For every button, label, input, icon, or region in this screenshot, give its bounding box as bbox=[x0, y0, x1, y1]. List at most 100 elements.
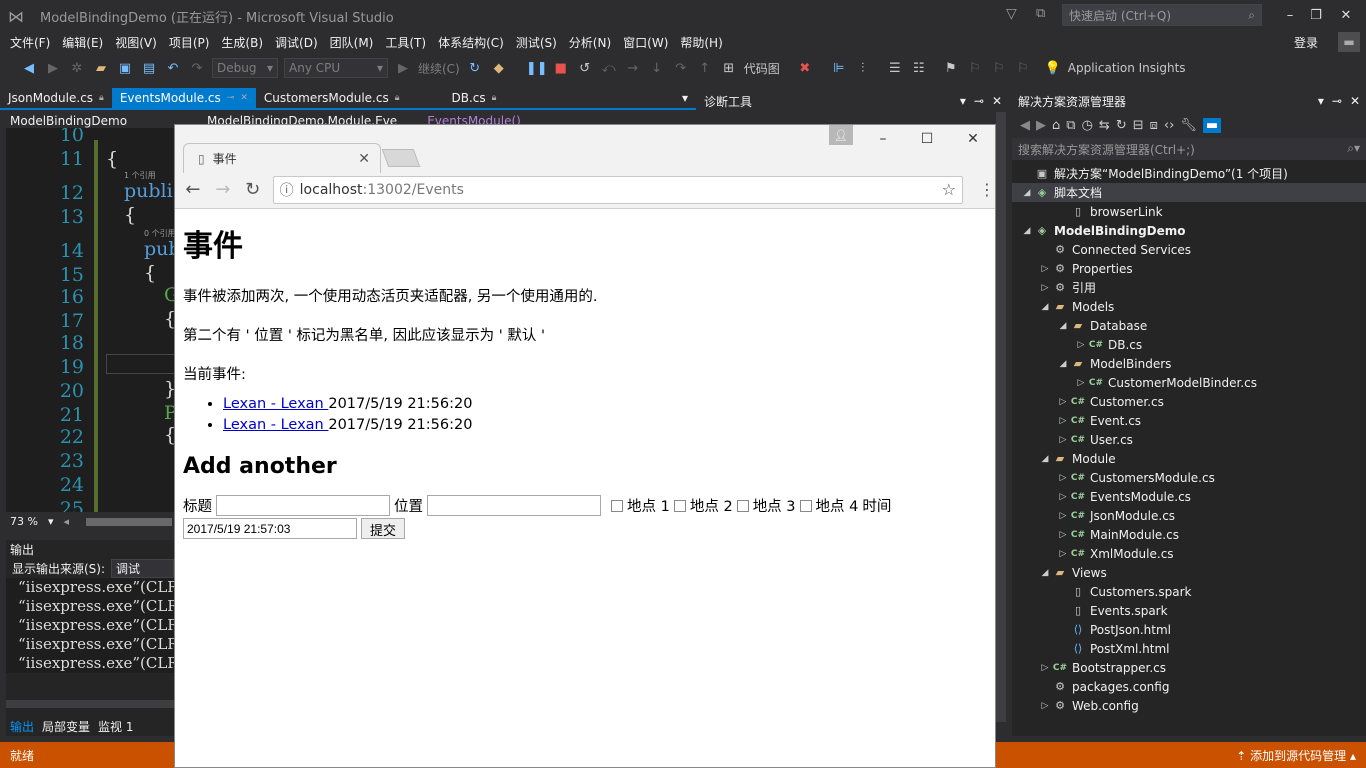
app-insights-icon[interactable]: 💡 bbox=[1044, 59, 1062, 77]
collapse-arrow-icon[interactable]: ◢ bbox=[1038, 568, 1052, 578]
browser-maximize-button[interactable]: ☐ bbox=[907, 127, 947, 151]
platform-dropdown[interactable]: Any CPU ▾ bbox=[284, 58, 388, 78]
pin-icon[interactable]: ⊸ bbox=[974, 94, 984, 108]
tree-item[interactable]: ▯ Events.spark bbox=[1012, 601, 1366, 620]
title-input[interactable] bbox=[216, 495, 390, 516]
pin-icon[interactable]: ⊸ bbox=[227, 93, 235, 103]
tab-customersmodule[interactable]: CustomersModule.cs 🔒︎ bbox=[256, 88, 408, 108]
tab-overflow-icon[interactable]: ▾ bbox=[674, 88, 696, 108]
reload-icon[interactable]: ↻ bbox=[243, 179, 263, 200]
place-4-checkbox[interactable] bbox=[799, 499, 812, 512]
next-bookmark-icon[interactable]: ⚐ bbox=[990, 59, 1008, 77]
refresh-icon[interactable]: ↻ bbox=[1116, 118, 1127, 133]
address-bar[interactable]: ⓘ localhost:13002/Events ☆ bbox=[272, 175, 963, 204]
tree-item[interactable]: ▷ C# User.cs bbox=[1012, 430, 1366, 449]
step-over-icon[interactable]: ↷ bbox=[672, 59, 690, 77]
place-1-checkbox[interactable] bbox=[611, 499, 623, 512]
expand-arrow-icon[interactable]: ▷ bbox=[1056, 397, 1070, 407]
tree-item[interactable]: ▷ C# CustomersModule.cs bbox=[1012, 468, 1366, 487]
tree-item[interactable]: ▷ C# Event.cs bbox=[1012, 411, 1366, 430]
menu-architecture[interactable]: 体系结构(C) bbox=[432, 34, 510, 51]
step-out-icon[interactable]: ↑ bbox=[696, 59, 714, 77]
clear-bookmark-icon[interactable]: ⚐ bbox=[1014, 59, 1032, 77]
tree-item[interactable]: ◢ ▰ Module bbox=[1012, 449, 1366, 468]
collapse-arrow-icon[interactable]: ◢ bbox=[1038, 454, 1052, 464]
switch-views-icon[interactable]: ⧉ bbox=[1066, 118, 1075, 133]
app-insights-button[interactable]: Application Insights bbox=[1068, 61, 1186, 75]
menu-test[interactable]: 测试(S) bbox=[510, 34, 563, 51]
tab-output[interactable]: 输出 bbox=[10, 718, 34, 735]
info-icon[interactable]: ⓘ bbox=[280, 180, 294, 200]
submit-button[interactable]: 提交 bbox=[361, 518, 406, 539]
tab-locals[interactable]: 局部变量 bbox=[42, 718, 90, 735]
properties-icon[interactable]: 🔧︎ bbox=[1180, 118, 1197, 133]
menu-edit[interactable]: 编辑(E) bbox=[56, 34, 109, 51]
sync-icon[interactable]: ⇆ bbox=[1099, 118, 1110, 133]
scroll-left-icon[interactable]: ◂ bbox=[63, 515, 69, 528]
browser-tab[interactable]: ▯ 事件 ✕ bbox=[183, 143, 381, 173]
exception-icon[interactable]: ✖ bbox=[796, 59, 814, 77]
redo-icon[interactable]: ↷ bbox=[188, 59, 206, 77]
menu-help[interactable]: 帮助(H) bbox=[674, 34, 728, 51]
expand-arrow-icon[interactable]: ▷ bbox=[1056, 416, 1070, 426]
diagnostics-scrollbar[interactable] bbox=[996, 112, 1006, 722]
code-map-icon[interactable]: ⊞ bbox=[720, 59, 738, 77]
tree-item[interactable]: ▷ C# EventsModule.cs bbox=[1012, 487, 1366, 506]
collapse-arrow-icon[interactable]: ◢ bbox=[1020, 226, 1034, 236]
tab-db[interactable]: DB.cs 🔒︎ bbox=[444, 88, 505, 108]
back-icon[interactable]: ← bbox=[183, 179, 203, 200]
output-scrollbar[interactable] bbox=[6, 700, 174, 708]
expand-arrow-icon[interactable]: ▷ bbox=[1074, 340, 1088, 350]
back-icon[interactable]: ◀ bbox=[1020, 118, 1030, 133]
collapse-arrow-icon[interactable]: ◢ bbox=[1056, 359, 1070, 369]
stop-icon[interactable]: ■ bbox=[552, 59, 570, 77]
close-tab-icon[interactable]: ✕ bbox=[240, 93, 248, 103]
project-selector[interactable]: ModelBindingDemo bbox=[10, 114, 127, 128]
start-icon[interactable]: ▶ bbox=[394, 59, 412, 77]
new-tab-button[interactable] bbox=[381, 149, 421, 167]
expand-arrow-icon[interactable]: ▷ bbox=[1056, 473, 1070, 483]
tree-item[interactable]: ⚙ packages.config bbox=[1012, 677, 1366, 696]
expand-arrow-icon[interactable]: ▷ bbox=[1074, 378, 1088, 388]
menu-view[interactable]: 视图(V) bbox=[109, 34, 163, 51]
tree-item[interactable]: ▷ C# JsonModule.cs bbox=[1012, 506, 1366, 525]
step-into-icon[interactable]: ↓ bbox=[648, 59, 666, 77]
save-icon[interactable]: ▣ bbox=[116, 59, 134, 77]
refresh-icon[interactable]: ↻ bbox=[466, 59, 484, 77]
menu-analyze[interactable]: 分析(N) bbox=[563, 34, 617, 51]
tree-item[interactable]: ◢ ▰ ModelBinders bbox=[1012, 354, 1366, 373]
output-source-select[interactable]: 调试 bbox=[111, 558, 174, 578]
collapse-all-icon[interactable]: ⊟ bbox=[1133, 118, 1144, 133]
config-dropdown[interactable]: Debug ▾ bbox=[212, 58, 278, 78]
close-tab-icon[interactable]: ✕ bbox=[358, 151, 370, 167]
tree-item[interactable]: ▷ ⚙ Properties bbox=[1012, 259, 1366, 278]
menu-tools[interactable]: 工具(T) bbox=[379, 34, 432, 51]
save-all-icon[interactable]: ▤ bbox=[140, 59, 158, 77]
pin-icon[interactable]: ⊸ bbox=[1332, 94, 1342, 108]
solution-search-input[interactable]: 搜索解决方案资源管理器(Ctrl+;) ⌕▾ bbox=[1012, 138, 1366, 160]
tree-item[interactable]: ▷ C# DB.cs bbox=[1012, 335, 1366, 354]
tree-item[interactable]: ▷ C# XmlModule.cs bbox=[1012, 544, 1366, 563]
place-3-checkbox[interactable] bbox=[736, 499, 749, 512]
expand-arrow-icon[interactable]: ▷ bbox=[1056, 511, 1070, 521]
expand-arrow-icon[interactable]: ▷ bbox=[1056, 435, 1070, 445]
dropdown-icon[interactable]: ▾ bbox=[1318, 94, 1324, 108]
align-icon[interactable]: ⊫ bbox=[830, 59, 848, 77]
prev-bookmark-icon[interactable]: ⚐ bbox=[966, 59, 984, 77]
account-icon[interactable]: ▬ bbox=[1338, 32, 1360, 52]
uncomment-icon[interactable]: ☷ bbox=[910, 59, 928, 77]
tree-item[interactable]: ▯ browserLink bbox=[1012, 202, 1366, 221]
tree-item[interactable]: ◢ ▰ Views bbox=[1012, 563, 1366, 582]
show-next-icon[interactable]: → bbox=[624, 59, 642, 77]
tree-item[interactable]: ◢ ▰ Database bbox=[1012, 316, 1366, 335]
tree-item[interactable]: ▷ ⚙ 引用 bbox=[1012, 278, 1366, 297]
time-input[interactable] bbox=[183, 518, 357, 539]
menu-debug[interactable]: 调试(D) bbox=[269, 34, 324, 51]
menu-window[interactable]: 窗口(W) bbox=[617, 34, 674, 51]
home-icon[interactable]: ⌂ bbox=[1052, 118, 1060, 133]
zoom-dropdown-icon[interactable]: ▾ bbox=[48, 515, 54, 528]
tree-item[interactable]: ▷ ⚙ Web.config bbox=[1012, 696, 1366, 715]
forward-icon[interactable]: ▶ bbox=[1036, 118, 1046, 133]
collapse-arrow-icon[interactable]: ◢ bbox=[1038, 302, 1052, 312]
back-icon[interactable]: ◀ bbox=[20, 59, 38, 77]
